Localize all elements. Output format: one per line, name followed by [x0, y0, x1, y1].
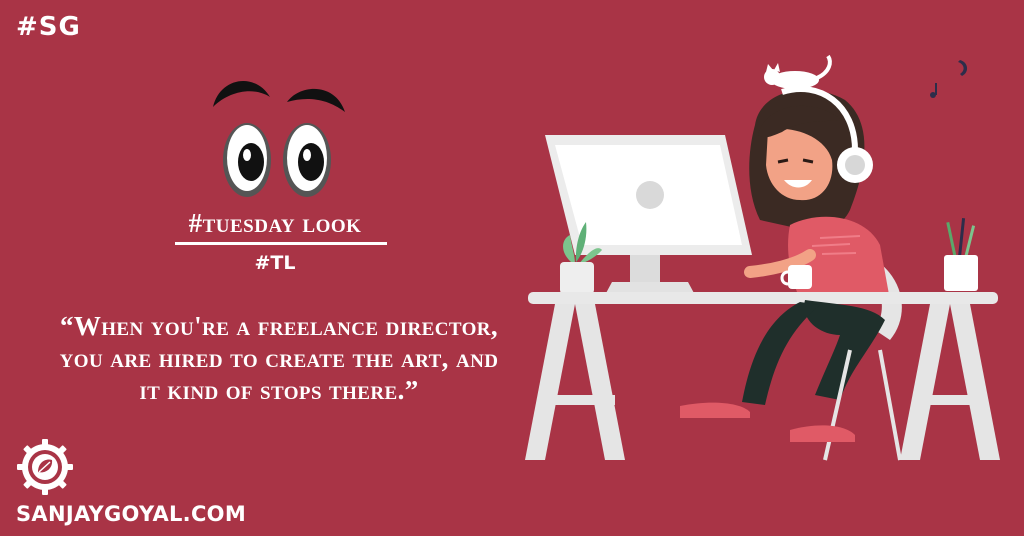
quote-text: “When you're a freelance director, you a… — [59, 311, 499, 405]
post-subtag: #TL — [254, 252, 296, 274]
post-title: #tuesday look — [188, 208, 362, 238]
gear-logo-icon — [17, 439, 73, 495]
brand-hashtag: #SG — [16, 12, 81, 42]
cartoon-eyes-icon — [213, 80, 345, 197]
website-link: SANJAYGOYAL.COM — [16, 502, 247, 526]
pencil-cup-icon — [944, 218, 978, 291]
title-divider — [175, 242, 387, 245]
desk-illustration — [525, 54, 1000, 461]
music-notes-icon — [930, 60, 968, 98]
cat-icon — [764, 54, 832, 89]
post-canvas: #SG #tuesday look #TL “When you're a fre… — [0, 0, 1024, 536]
